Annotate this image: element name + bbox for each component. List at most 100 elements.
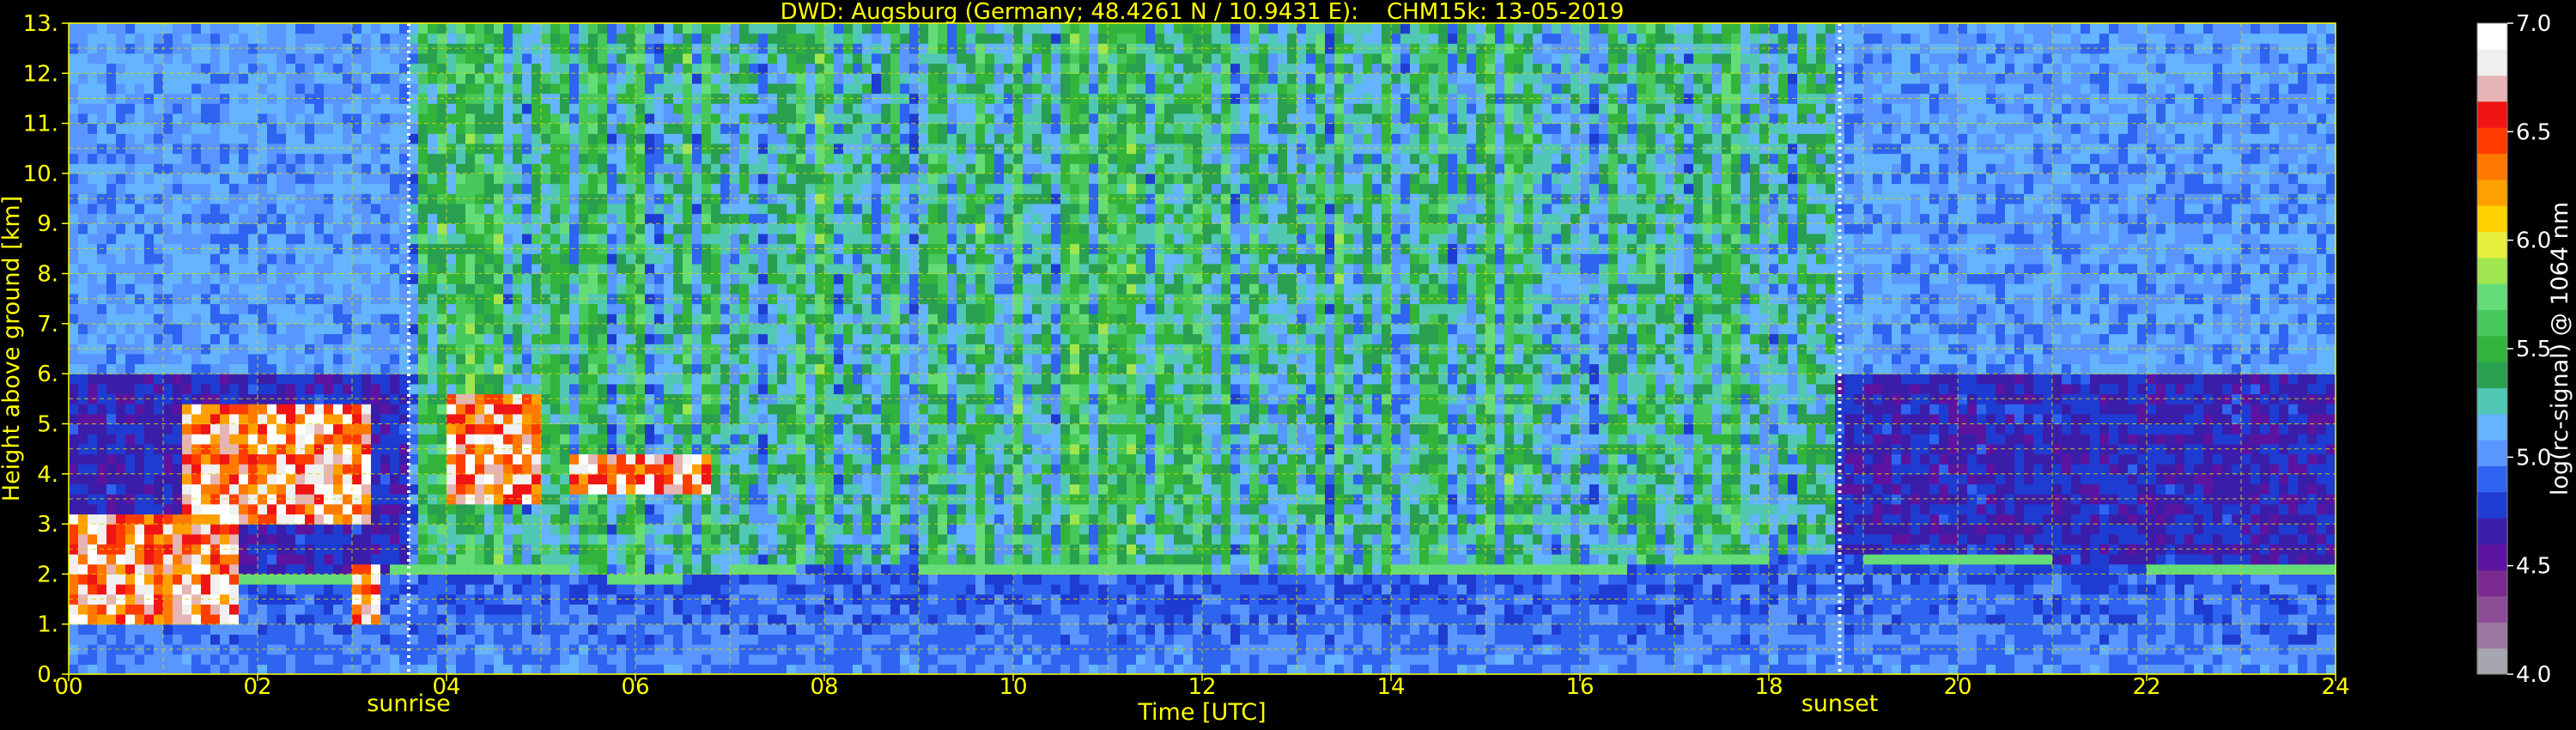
heatmap-cell xyxy=(730,33,740,44)
heatmap-cell xyxy=(532,604,542,615)
heatmap-cell xyxy=(683,123,693,134)
heatmap-cell xyxy=(503,333,513,344)
heatmap-cell xyxy=(135,313,145,325)
heatmap-cell xyxy=(97,453,107,465)
heatmap-cell xyxy=(787,374,797,385)
heatmap-cell xyxy=(97,333,107,344)
heatmap-cell xyxy=(494,273,504,284)
heatmap-cell xyxy=(135,233,145,245)
heatmap-cell xyxy=(343,283,353,295)
heatmap-cell xyxy=(484,533,495,544)
heatmap-cell xyxy=(777,123,787,134)
heatmap-cell xyxy=(758,52,769,64)
heatmap-cell xyxy=(182,313,192,325)
heatmap-cell xyxy=(144,253,155,265)
heatmap-cell xyxy=(428,273,438,284)
heatmap-cell xyxy=(229,153,240,164)
heatmap-cell xyxy=(220,113,230,125)
heatmap-cell xyxy=(607,323,617,335)
heatmap-cell xyxy=(465,353,476,365)
heatmap-cell xyxy=(78,533,88,544)
heatmap-cell xyxy=(645,203,655,215)
heatmap-cell xyxy=(248,514,258,525)
heatmap-cell xyxy=(541,383,551,395)
heatmap-cell xyxy=(749,63,759,74)
heatmap-cell xyxy=(560,404,570,415)
heatmap-cell xyxy=(749,624,759,635)
heatmap-cell xyxy=(343,664,353,674)
heatmap-cell xyxy=(456,183,466,194)
heatmap-cell xyxy=(144,353,155,365)
heatmap-cell xyxy=(541,353,551,365)
heatmap-cell xyxy=(465,473,476,485)
heatmap-cell xyxy=(125,464,136,475)
heatmap-cell xyxy=(645,63,655,74)
heatmap-cell xyxy=(267,514,277,525)
heatmap-cell xyxy=(106,133,117,144)
heatmap-cell xyxy=(654,153,665,164)
heatmap-cell xyxy=(333,574,343,585)
heatmap-cell xyxy=(522,303,532,314)
heatmap-cell xyxy=(163,173,173,185)
heatmap-cell xyxy=(333,353,343,365)
heatmap-cell xyxy=(484,374,495,385)
heatmap-cell xyxy=(305,614,315,625)
heatmap-cell xyxy=(97,503,107,515)
heatmap-cell xyxy=(503,574,513,585)
heatmap-cell xyxy=(258,33,268,44)
heatmap-cell xyxy=(69,203,79,215)
heatmap-cell xyxy=(305,574,315,585)
heatmap-cell xyxy=(787,604,797,615)
heatmap-cell xyxy=(560,464,570,475)
heatmap-cell xyxy=(361,353,372,365)
heatmap-cell xyxy=(69,52,79,64)
heatmap-cell xyxy=(380,273,391,284)
heatmap-cell xyxy=(210,233,221,245)
heatmap-cell xyxy=(758,233,769,245)
heatmap-cell xyxy=(343,533,353,544)
heatmap-cell xyxy=(144,123,155,134)
heatmap-cell xyxy=(758,313,769,325)
heatmap-cell xyxy=(116,503,126,515)
heatmap-cell xyxy=(173,554,183,565)
heatmap-cell xyxy=(692,73,702,84)
heatmap-cell xyxy=(456,113,466,125)
heatmap-cell xyxy=(163,634,173,645)
heatmap-cell xyxy=(390,213,400,224)
heatmap-cell xyxy=(777,413,787,425)
heatmap-cell xyxy=(739,563,750,575)
heatmap-cell xyxy=(447,554,457,565)
heatmap-cell xyxy=(532,203,542,215)
heatmap-cell xyxy=(173,604,183,615)
heatmap-cell xyxy=(484,574,495,585)
heatmap-cell xyxy=(579,423,589,435)
heatmap-cell xyxy=(664,263,674,275)
heatmap-cell xyxy=(635,203,646,215)
heatmap-cell xyxy=(144,113,155,125)
heatmap-cell xyxy=(267,423,277,435)
heatmap-cell xyxy=(522,233,532,245)
heatmap-cell xyxy=(550,434,561,445)
heatmap-cell xyxy=(333,484,343,495)
heatmap-cell xyxy=(173,464,183,475)
heatmap-cell xyxy=(295,464,306,475)
heatmap-cell xyxy=(626,434,636,445)
heatmap-cell xyxy=(135,404,145,415)
heatmap-cell xyxy=(569,183,580,194)
heatmap-cell xyxy=(787,574,797,585)
heatmap-cell xyxy=(380,123,391,134)
heatmap-cell xyxy=(654,423,665,435)
heatmap-cell xyxy=(456,163,466,174)
heatmap-cell xyxy=(418,654,428,665)
heatmap-cell xyxy=(437,283,447,295)
heatmap-cell xyxy=(97,313,107,325)
heatmap-cell xyxy=(371,223,381,234)
heatmap-cell xyxy=(513,374,523,385)
heatmap-cell xyxy=(522,52,532,64)
heatmap-cell xyxy=(418,173,428,185)
heatmap-cell xyxy=(229,273,240,284)
heatmap-cell xyxy=(730,614,740,625)
heatmap-cell xyxy=(125,484,136,495)
heatmap-cell xyxy=(78,213,88,224)
heatmap-cell xyxy=(276,233,287,245)
